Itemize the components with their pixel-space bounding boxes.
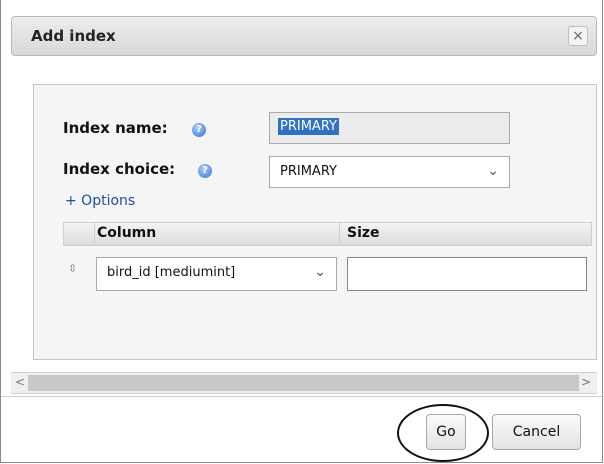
close-icon[interactable]: × xyxy=(568,26,588,46)
size-input[interactable] xyxy=(347,257,587,291)
help-icon[interactable]: ? xyxy=(198,164,212,178)
column-select[interactable]: bird_id [mediumint] ⌄ xyxy=(96,257,337,291)
cancel-button[interactable]: Cancel xyxy=(492,414,581,450)
drag-handle-icon[interactable]: ⇳ xyxy=(68,262,77,275)
horizontal-scrollbar[interactable]: < > xyxy=(11,372,597,394)
chevron-down-icon: ⌄ xyxy=(314,264,326,280)
column-divider xyxy=(339,223,340,245)
add-index-dialog: Add index × Index name: ? PRIMARY Index … xyxy=(0,0,604,463)
scrollbar-thumb[interactable] xyxy=(28,375,579,391)
index-name-label: Index name: xyxy=(63,119,168,137)
index-choice-label: Index choice: xyxy=(63,160,176,178)
scroll-left-icon[interactable]: < xyxy=(15,375,25,389)
index-choice-value: PRIMARY xyxy=(280,164,337,179)
dialog-title: Add index xyxy=(31,27,116,45)
column-divider xyxy=(94,223,95,245)
table-header-row: Column Size xyxy=(63,222,592,246)
size-header: Size xyxy=(347,225,380,241)
index-name-input[interactable]: PRIMARY xyxy=(269,112,510,144)
help-icon[interactable]: ? xyxy=(192,123,206,137)
chevron-down-icon: ⌄ xyxy=(487,163,499,179)
scroll-right-icon[interactable]: > xyxy=(581,375,591,389)
index-name-selected-text: PRIMARY xyxy=(278,118,339,135)
go-button-highlight-circle xyxy=(397,404,489,462)
index-choice-select[interactable]: PRIMARY ⌄ xyxy=(269,156,510,188)
footer-divider xyxy=(1,396,604,397)
dialog-titlebar[interactable]: Add index × xyxy=(11,16,597,56)
column-header: Column xyxy=(97,225,157,241)
column-select-value: bird_id [mediumint] xyxy=(107,265,236,280)
options-link[interactable]: + Options xyxy=(65,193,135,209)
